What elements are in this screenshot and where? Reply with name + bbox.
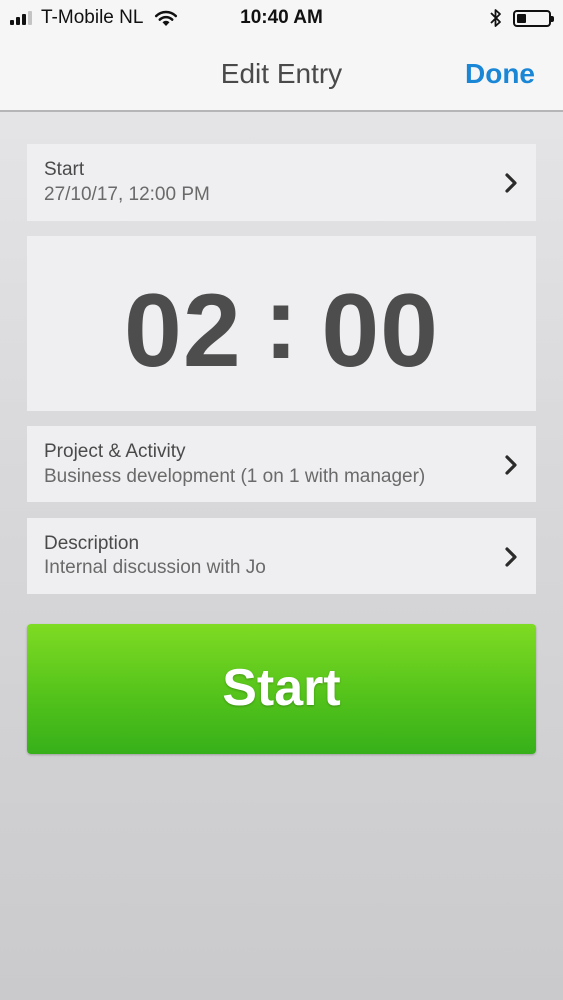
- start-button-label: Start: [222, 659, 341, 717]
- project-activity-label: Project & Activity: [44, 441, 186, 462]
- bluetooth-icon: [490, 9, 501, 27]
- timer-minutes: 00: [321, 273, 439, 389]
- start-time-value: 27/10/17, 12:00 PM: [44, 184, 210, 205]
- status-right: [489, 8, 554, 28]
- nav-bar: Edit Entry Done: [0, 38, 563, 112]
- project-activity-row[interactable]: Project & Activity Business development …: [27, 426, 536, 502]
- chevron-right-icon: [505, 173, 517, 193]
- description-row[interactable]: Description Internal discussion with Jo: [27, 518, 536, 594]
- battery-icon: [513, 9, 554, 27]
- project-activity-value: Business development (1 on 1 with manage…: [44, 466, 426, 487]
- description-label: Description: [44, 533, 140, 554]
- start-time-label: Start: [44, 159, 85, 180]
- start-time-row[interactable]: Start 27/10/17, 12:00 PM: [27, 144, 536, 221]
- timer-hours: 02: [123, 273, 242, 389]
- chevron-right-icon: [505, 455, 517, 475]
- status-bar: T-Mobile NL 10:40 AM: [0, 0, 563, 38]
- start-button[interactable]: Start: [27, 624, 536, 754]
- duration-display: 02:00: [27, 265, 536, 391]
- duration-timer-panel[interactable]: 02:00: [27, 236, 536, 411]
- timer-separator: :: [263, 265, 300, 381]
- status-time: 10:40 AM: [240, 7, 323, 28]
- done-button[interactable]: Done: [465, 58, 535, 90]
- description-value: Internal discussion with Jo: [44, 557, 266, 578]
- chevron-right-icon: [505, 547, 517, 567]
